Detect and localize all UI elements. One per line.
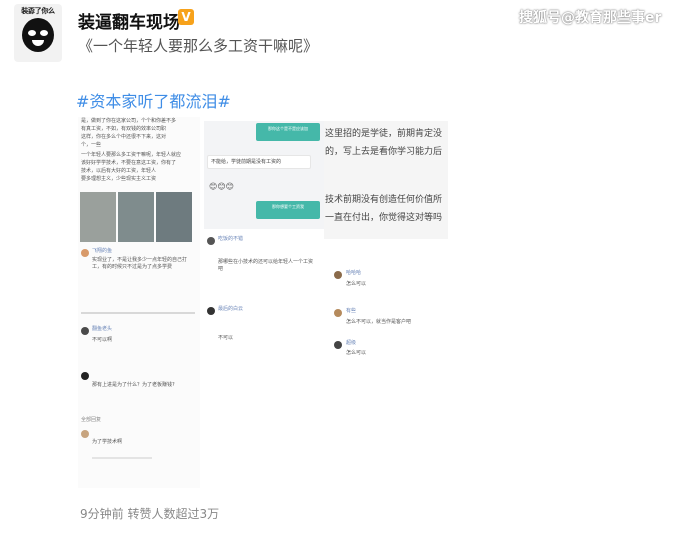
comment-text: 怎么可以 [346, 350, 367, 356]
commenter-avatar [81, 249, 89, 257]
comment-user: 超级 [346, 340, 357, 346]
comment-text: 不可以啊 [92, 337, 113, 343]
street-photo [156, 192, 192, 242]
commenter-avatar [81, 372, 89, 380]
replies-tag[interactable]: 全部回复 [81, 417, 101, 424]
hashtag-link[interactable]: #资本家听了都流泪# [76, 88, 231, 112]
comment-text: 怎么可以 [346, 281, 367, 287]
panel1-line: 是，做到了你在这家公司，个个和你差不多 [81, 118, 177, 124]
article-line: 这里招的是学徒，前期肯定没 [325, 129, 443, 139]
commenter-avatar [207, 237, 215, 245]
street-photo [118, 192, 154, 242]
commenter-avatar [81, 430, 89, 438]
comment-user: 哈哈哈 [346, 270, 362, 276]
comment-text: 那哪些在小技术的还可以给年轻人一个工资吧 [218, 259, 314, 272]
avatar-caption: 裝孬了你么 [21, 7, 55, 15]
comment-user: 飞翔的鱼 [92, 248, 113, 254]
panel1-line: 技术，以后有大好的工资，年轻人 [81, 168, 157, 174]
panel1-line: 个，一些 [81, 142, 102, 148]
screenshot-panel-2[interactable]: 那你这个是不是应该加 不能给，学徒前期是没有工资的 😊😊😊 那你想要个工资我 吃… [204, 121, 324, 361]
divider [92, 457, 152, 459]
commenter-avatar [334, 309, 342, 317]
post-text: 《一个年轻人要那么多工资干嘛呢》 [78, 37, 319, 55]
comment-text: 不可以 [218, 335, 234, 341]
image-collage[interactable]: 是，做到了你在这家公司，个个和你差不多 有真工资，不如，有双钱的效率公司职 这样… [78, 117, 448, 488]
comment-user: 有些 [346, 308, 357, 314]
commenter-avatar [81, 327, 89, 335]
article-line: 的，写上去是看你学习能力后 [325, 147, 443, 157]
panel1-line: 这样，你在多么个中还很不下来，这对 [81, 134, 167, 140]
watermark: 搜狐号@教育那些事er [519, 10, 662, 26]
comment-user: 吃饭的不错 [218, 236, 244, 242]
comment-user: 翻鱼老头 [92, 326, 113, 332]
chat-bubble-received: 不能给，学徒前期是没有工资的 [207, 155, 311, 169]
article-line: 一直在付出，你觉得这对等吗 [325, 213, 443, 223]
panda-meme-avatar [22, 18, 54, 52]
comment-text: 怎么不可以，就当作是客户吧 [346, 319, 412, 325]
street-photo [80, 192, 116, 242]
chat-bubble-sent: 那你这个是不是应该加 [256, 123, 320, 141]
comment-text: 那有上进是为了什么？为了老板赚钱? [92, 382, 175, 388]
screenshot-panel-1[interactable]: 是，做到了你在这家公司，个个和你差不多 有真工资，不如，有双钱的效率公司职 这样… [78, 117, 200, 488]
article-line: 技术前期没有创造任何价值所 [325, 195, 443, 205]
commenter-avatar [334, 341, 342, 349]
panel1-line: 该好好学学技术，不要在意这工资，你有了 [81, 160, 177, 166]
comment-user: 最后的白云 [218, 306, 244, 312]
comment-card [324, 239, 448, 361]
comment-text: 实现业了，不是让我多少一点年轻的自己打工，有的时候只不过是为了点多学费 [92, 257, 188, 270]
commenter-avatar [334, 271, 342, 279]
panel1-line: 要多理想主义，少些现实主义工资 [81, 176, 157, 182]
author-name[interactable]: 装逼翻车现场 [78, 8, 180, 33]
emoji-row: 😊😊😊 [209, 182, 235, 191]
panel1-line: 一个年轻人要那么多工资干嘛呢，年轻人就应 [81, 152, 182, 158]
divider [81, 312, 195, 314]
chat-bubble-sent: 那你想要个工资我 [256, 201, 320, 219]
comment-text: 为了学技术啊 [92, 439, 123, 445]
post-meta: 9分钟前 转赞人数超过3万 [80, 507, 220, 521]
panel1-line: 有真工资，不如，有双钱的效率公司职 [81, 126, 167, 132]
screenshot-panel-3[interactable]: 这里招的是学徒，前期肯定没 的，写上去是看你学习能力后 技术前期没有创造任何价值… [324, 121, 448, 361]
author-avatar[interactable]: 裝孬了你么 [14, 4, 62, 62]
commenter-avatar [207, 307, 215, 315]
verified-icon: V [178, 9, 194, 25]
